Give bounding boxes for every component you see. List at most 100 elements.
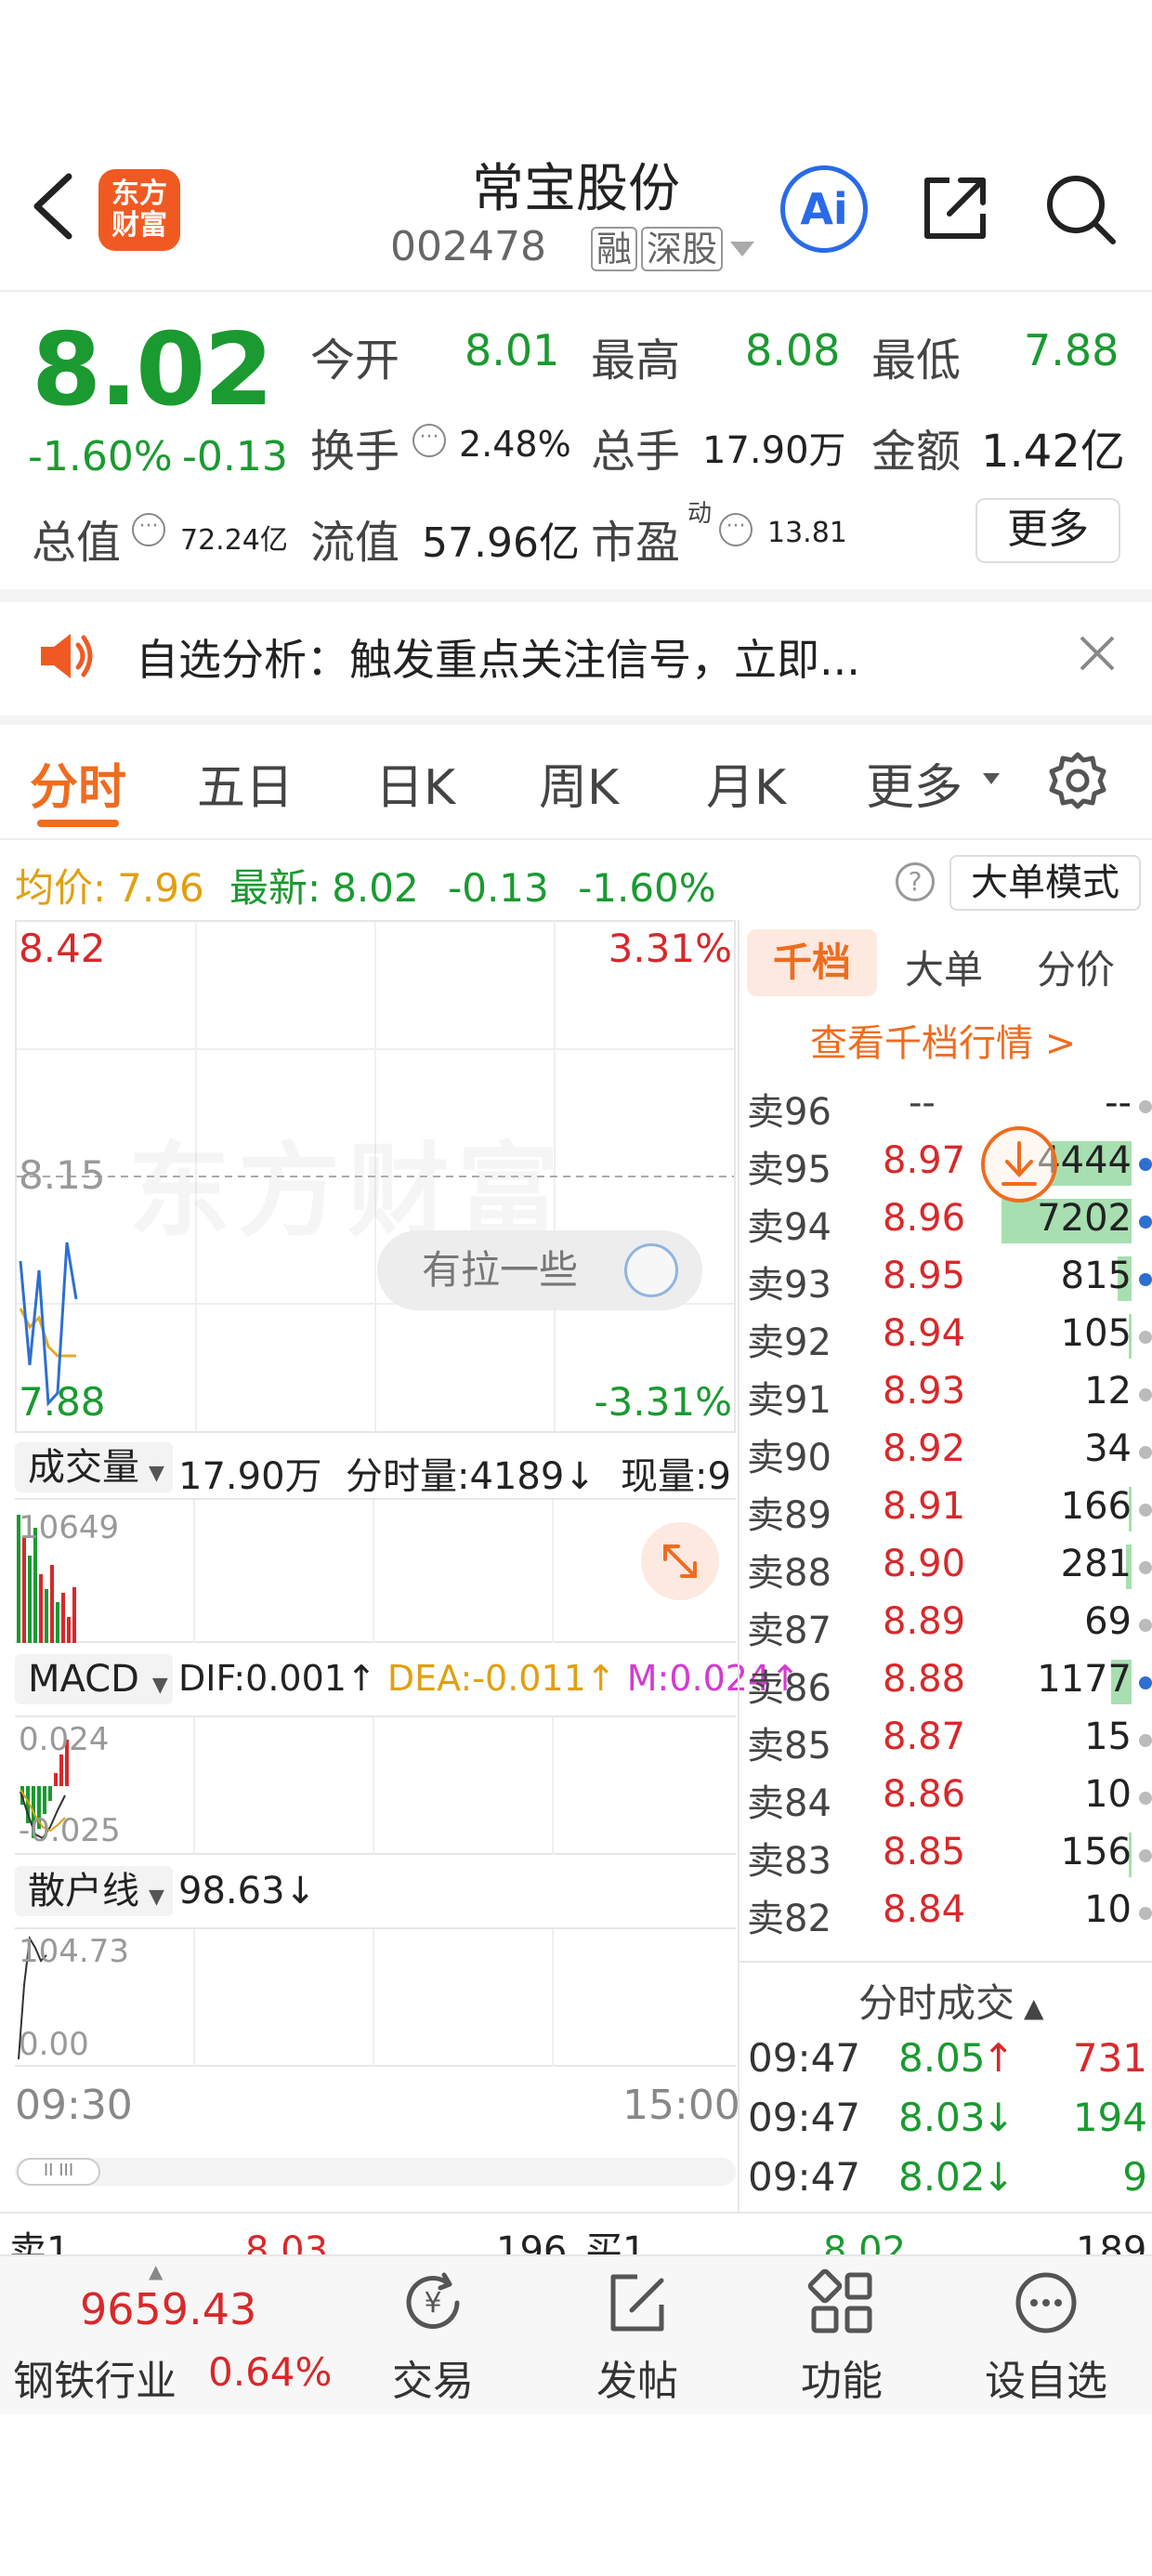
- ai-button[interactable]: Ai: [780, 165, 868, 253]
- orderbook-row[interactable]: 卖87 8.89 69: [743, 1595, 1152, 1652]
- orderbook-row-price: 8.89: [883, 1600, 966, 1643]
- macd-chart[interactable]: 0.024 -0.025: [15, 1717, 736, 1855]
- toast-bubble[interactable]: 有拉一些: [377, 1230, 702, 1310]
- orderbook-row[interactable]: 卖95 8.97 4444: [743, 1134, 1152, 1191]
- chart-scrollbar[interactable]: II III: [15, 2158, 736, 2186]
- tab-five-day[interactable]: 五日: [197, 748, 294, 818]
- orderbook-row[interactable]: 卖93 8.95 815: [743, 1249, 1152, 1307]
- orderbook-link[interactable]: 查看千档行情 >: [810, 1013, 1076, 1067]
- nav-trade[interactable]: ¥ 交易: [340, 2266, 526, 2407]
- pe-info-icon[interactable]: ···: [719, 513, 753, 546]
- volume-selector[interactable]: 成交量 ▼: [15, 1442, 173, 1492]
- sector-widget[interactable]: ▲ 9659.43 钢铁行业 0.64%: [0, 2256, 334, 2416]
- orderbook-row[interactable]: 卖88 8.90 281: [743, 1537, 1152, 1595]
- tab-daily-k[interactable]: 日K: [375, 748, 455, 818]
- settings-gear-icon[interactable]: [1046, 749, 1109, 812]
- svg-text:¥: ¥: [424, 2287, 441, 2320]
- search-icon[interactable]: [1041, 169, 1119, 247]
- intraday-chart[interactable]: 东方财富 8.42 3.31% 8.15 7.88 -3.31% 有拉一些: [15, 920, 736, 1433]
- time-trades-title: 分时成交: [858, 1980, 1015, 2026]
- macd-panel-header: MACD ▼ DIF:0.001↑ DEA:-0.011↑ M:0.024↑: [15, 1643, 800, 1717]
- orderbook-row[interactable]: 卖90 8.92 34: [743, 1422, 1152, 1479]
- open-label: 今开: [310, 335, 400, 387]
- back-icon[interactable]: [26, 169, 82, 243]
- volume-total: 17.90万: [178, 1455, 322, 1498]
- orderbook-tab-thousand[interactable]: 千档: [747, 929, 877, 996]
- volume-selector-label: 成交量: [28, 1446, 139, 1489]
- orderbook-row[interactable]: 卖96 -- --: [743, 1076, 1152, 1134]
- orderbook-row-price: 8.92: [883, 1427, 966, 1470]
- low-value: 7.88: [1024, 325, 1119, 375]
- avg-price-value: 7.96: [117, 865, 204, 911]
- sector-up-caret-icon: ▲: [149, 2260, 164, 2282]
- orderbook-row[interactable]: 卖89 8.91 166: [743, 1479, 1152, 1537]
- market-dropdown-icon[interactable]: [728, 238, 756, 260]
- orderbook-tab-big[interactable]: 大单: [905, 939, 983, 995]
- scrollbar-handle[interactable]: II III: [17, 2158, 100, 2186]
- nav-add-watchlist-label: 设自选: [985, 2358, 1107, 2405]
- latest-change-percent: -1.60%: [578, 865, 716, 911]
- orderbook-row-qty: 156: [1060, 1831, 1132, 1873]
- buy1-label: 买1: [585, 2229, 647, 2254]
- turnover-label: 换手: [310, 426, 400, 478]
- turnover-info-icon[interactable]: ···: [412, 424, 446, 457]
- retail-selector[interactable]: 散户线 ▼: [15, 1866, 173, 1916]
- trade-icon: ¥: [406, 2272, 460, 2329]
- orderbook-row-label: 卖93: [747, 1264, 831, 1307]
- retail-selector-label: 散户线: [28, 1870, 139, 1912]
- orderbook-row-label: 卖86: [747, 1667, 831, 1710]
- big-order-mode-button[interactable]: 大单模式: [949, 855, 1141, 911]
- orderbook-row-qty: 815: [1060, 1255, 1132, 1297]
- time-trades-header[interactable]: 分时成交 ▲: [858, 1972, 1044, 2029]
- nav-add-watchlist[interactable]: 设自选: [953, 2266, 1139, 2407]
- macd-selector[interactable]: MACD ▼: [15, 1654, 173, 1704]
- open-value: 8.01: [465, 325, 560, 375]
- tab-intraday[interactable]: 分时: [30, 748, 126, 818]
- orderbook-row-label: 卖95: [747, 1149, 831, 1191]
- tab-more[interactable]: 更多: [866, 748, 962, 818]
- orderbook-row[interactable]: 卖86 8.88 1177: [743, 1652, 1152, 1710]
- retail-chart[interactable]: 104.73 0.00: [15, 1929, 736, 2067]
- orderbook-row[interactable]: 卖92 8.94 105: [743, 1307, 1152, 1364]
- orderbook-row[interactable]: 卖94 8.96 7202: [743, 1191, 1152, 1249]
- orderbook-row-qty: 1177: [1037, 1658, 1132, 1701]
- market-cap-info-icon[interactable]: ···: [132, 513, 165, 546]
- orderbook-row-qty: 105: [1060, 1312, 1132, 1355]
- orderbook-row-dot: [1139, 1273, 1152, 1286]
- low-label: 最低: [871, 335, 962, 387]
- orderbook-row[interactable]: 卖91 8.93 12: [743, 1364, 1152, 1422]
- time-trade-qty: 194: [1072, 2095, 1147, 2140]
- expand-icon[interactable]: [641, 1522, 719, 1600]
- orderbook-row-price: 8.96: [883, 1197, 966, 1240]
- notice-text[interactable]: 自选分析：触发重点关注信号，立即...: [136, 626, 935, 688]
- more-button[interactable]: 更多: [975, 498, 1120, 563]
- float-cap-label: 流值: [310, 517, 400, 569]
- orderbook-row[interactable]: 卖82 8.84 10: [743, 1883, 1152, 1940]
- nav-post[interactable]: 发帖: [544, 2266, 730, 2407]
- retail-panel-header: 散户线 ▼ 98.63↓: [15, 1855, 736, 1929]
- tab-weekly-k[interactable]: 周K: [539, 748, 619, 818]
- orderbook-row-dot: [1139, 1907, 1152, 1920]
- orderbook-row-label: 卖82: [747, 1898, 831, 1940]
- macd-selector-chevron-icon: ▼: [151, 1674, 168, 1697]
- macd-dea: DEA:-0.011↑: [386, 1658, 616, 1699]
- orderbook-row[interactable]: 卖85 8.87 15: [743, 1710, 1152, 1768]
- share-icon[interactable]: [918, 171, 992, 245]
- orderbook-row[interactable]: 卖83 8.85 156: [743, 1825, 1152, 1883]
- tab-monthly-k[interactable]: 月K: [706, 748, 786, 818]
- macd-axis-bottom: -0.025: [19, 1812, 121, 1849]
- orderbook-row[interactable]: 卖84 8.86 10: [743, 1768, 1152, 1825]
- time-axis-start: 09:30: [15, 2082, 133, 2129]
- orderbook-row-dot: [1139, 1388, 1152, 1401]
- orderbook-tab-price[interactable]: 分价: [1037, 939, 1115, 995]
- download-floating-icon[interactable]: [981, 1126, 1057, 1203]
- orderbook-row-dot: [1139, 1734, 1152, 1747]
- close-icon[interactable]: [1076, 632, 1119, 675]
- nav-functions-label: 功能: [801, 2358, 883, 2405]
- brand-logo[interactable]: 东方 财富: [98, 169, 180, 251]
- help-icon[interactable]: ?: [896, 862, 935, 901]
- latest-label: 最新:: [229, 865, 321, 911]
- stock-name: 常宝股份: [472, 159, 680, 219]
- nav-functions[interactable]: 功能: [749, 2266, 935, 2407]
- volume-chart[interactable]: 10649: [15, 1500, 736, 1643]
